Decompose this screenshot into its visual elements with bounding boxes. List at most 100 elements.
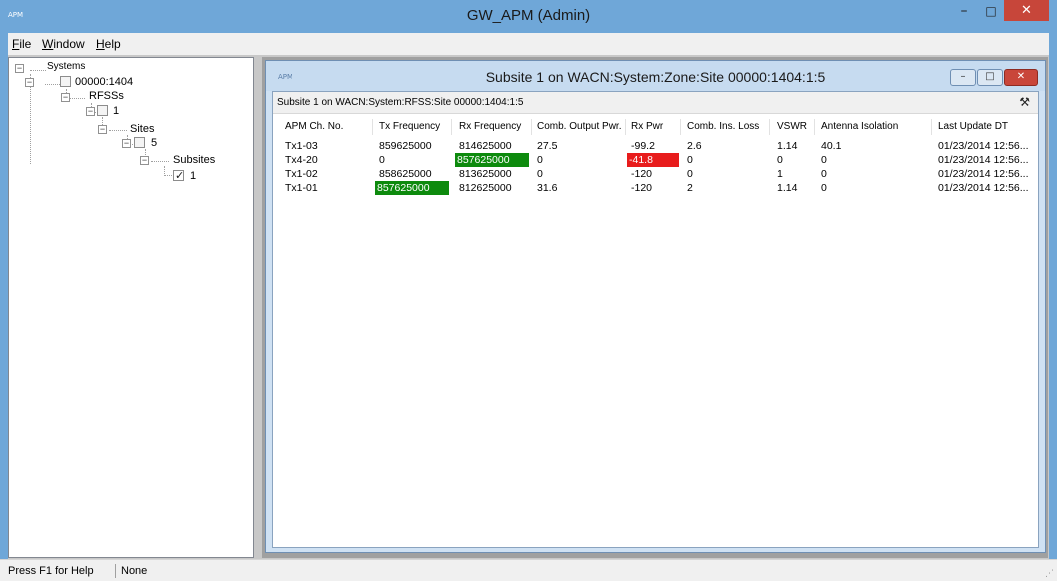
subsite-header: Subsite 1 on WACN:System:RFSS:Site 00000… (273, 92, 1038, 114)
table-cell[interactable]: Tx1-01 (283, 181, 318, 195)
table-cell[interactable]: 814625000 (457, 139, 512, 153)
table-cell[interactable]: 01/23/2014 12:56... (936, 153, 1029, 167)
tree-connector (45, 84, 60, 85)
column-separator[interactable] (931, 119, 932, 135)
column-header-apm-ch-no[interactable]: APM Ch. No. (285, 117, 343, 137)
column-header-antenna-isolation[interactable]: Antenna Isolation (821, 117, 898, 137)
menu-window[interactable]: Window (42, 37, 85, 51)
apm-channel-grid[interactable]: APM Ch. No. Tx Frequency Rx Frequency Co… (273, 115, 1038, 547)
table-cell[interactable]: 858625000 (377, 167, 432, 181)
child-close-button[interactable]: ✕ (1004, 69, 1038, 86)
table-cell-highlight-green[interactable]: 857625000 (455, 153, 529, 167)
table-cell[interactable]: Tx4-20 (283, 153, 318, 167)
expand-toggle-icon[interactable]: − (25, 78, 34, 87)
column-separator[interactable] (451, 119, 452, 135)
status-help-text: Press F1 for Help (8, 565, 94, 577)
tree-connector (151, 161, 169, 162)
menu-file-label: ile (19, 37, 32, 51)
tree-checkbox-site[interactable] (134, 137, 145, 148)
table-cell-highlight-green[interactable]: 857625000 (375, 181, 449, 195)
table-cell[interactable]: 0 (535, 167, 543, 181)
table-cell[interactable]: 01/23/2014 12:56... (936, 139, 1029, 153)
subsite-window: APM Subsite 1 on WACN:System:Zone:Site 0… (265, 60, 1046, 553)
table-cell[interactable]: 0 (819, 167, 827, 181)
tree-node-rfss[interactable]: RFSSs (89, 90, 124, 102)
table-cell[interactable]: 40.1 (819, 139, 841, 153)
subsite-title-bar[interactable]: APM Subsite 1 on WACN:System:Zone:Site 0… (266, 61, 1045, 91)
table-cell[interactable]: Tx1-03 (283, 139, 318, 153)
tree-node-site-id[interactable]: 5 (151, 137, 157, 149)
subsite-content: Subsite 1 on WACN:System:RFSS:Site 00000… (272, 91, 1039, 548)
column-separator[interactable] (625, 119, 626, 135)
table-cell[interactable]: -120 (629, 181, 652, 195)
table-cell[interactable]: -120 (629, 167, 652, 181)
tree-node-subsite-id[interactable]: 1 (190, 170, 196, 182)
menu-file[interactable]: File (12, 37, 31, 51)
column-header-rx-pwr[interactable]: Rx Pwr (631, 117, 663, 137)
tree-checkbox-rfss[interactable] (97, 105, 108, 116)
maximize-button[interactable]: □ (978, 4, 1004, 25)
tree-node-subsites[interactable]: Subsites (173, 154, 215, 166)
table-cell[interactable]: Tx1-02 (283, 167, 318, 181)
table-cell-highlight-red[interactable]: -41.8 (627, 153, 679, 167)
column-header-comb-ins-loss[interactable]: Comb. Ins. Loss (687, 117, 759, 137)
tree-node-sites[interactable]: Sites (130, 123, 154, 135)
tree-node-systems[interactable]: Systems (47, 61, 85, 72)
table-cell[interactable]: 31.6 (535, 181, 557, 195)
column-header-rx-frequency[interactable]: Rx Frequency (459, 117, 521, 137)
column-separator[interactable] (372, 119, 373, 135)
column-separator[interactable] (769, 119, 770, 135)
status-state-text: None (121, 565, 148, 577)
table-cell[interactable]: 01/23/2014 12:56... (936, 181, 1029, 195)
status-separator (115, 564, 116, 578)
menu-help-mnemonic: H (96, 37, 105, 51)
table-cell[interactable]: 0 (685, 153, 693, 167)
tree-checkbox-subsite[interactable] (173, 169, 184, 182)
table-cell[interactable]: 0 (819, 153, 827, 167)
column-header-vswr[interactable]: VSWR (777, 117, 807, 137)
table-cell[interactable]: 0 (535, 153, 543, 167)
column-header-tx-frequency[interactable]: Tx Frequency (379, 117, 440, 137)
table-cell[interactable]: 859625000 (377, 139, 432, 153)
tree-node-system-id[interactable]: 00000:1404 (75, 76, 133, 88)
table-cell[interactable]: 0 (377, 153, 385, 167)
child-maximize-button[interactable]: □ (977, 69, 1003, 86)
tools-icon[interactable]: ⚒ (1019, 95, 1030, 109)
minimize-button[interactable]: – (951, 4, 977, 25)
expand-toggle-icon[interactable]: − (61, 93, 70, 102)
menu-window-mnemonic: W (42, 37, 54, 51)
table-cell[interactable]: 812625000 (457, 181, 512, 195)
expand-toggle-icon[interactable]: − (86, 107, 95, 116)
tree-checkbox-system[interactable] (60, 76, 71, 87)
expand-toggle-icon[interactable]: − (140, 156, 149, 165)
close-button[interactable]: ✕ (1004, 0, 1049, 21)
column-separator[interactable] (680, 119, 681, 135)
table-cell[interactable]: 813625000 (457, 167, 512, 181)
table-cell[interactable]: 2 (685, 181, 693, 195)
table-cell[interactable]: 01/23/2014 12:56... (936, 167, 1029, 181)
table-cell[interactable]: 0 (819, 181, 827, 195)
table-cell[interactable]: 2.6 (685, 139, 702, 153)
table-cell[interactable]: 0 (685, 167, 693, 181)
table-cell[interactable]: 1.14 (775, 139, 797, 153)
resize-grip-icon[interactable]: ⋰ (1045, 569, 1054, 579)
column-separator[interactable] (814, 119, 815, 135)
child-minimize-button[interactable]: – (950, 69, 976, 86)
expand-toggle-icon[interactable]: − (122, 139, 131, 148)
table-cell[interactable]: 1 (775, 167, 783, 181)
expand-toggle-icon[interactable]: − (15, 64, 24, 73)
table-cell[interactable]: 1.14 (775, 181, 797, 195)
column-header-comb-output-pwr[interactable]: Comb. Output Pwr. (537, 117, 621, 137)
system-tree[interactable]: − Systems − 00000:1404 − RFSSs − 1 − Sit… (8, 57, 254, 558)
table-cell[interactable]: 27.5 (535, 139, 557, 153)
column-separator[interactable] (531, 119, 532, 135)
menu-help-label: elp (104, 37, 121, 51)
table-cell[interactable]: -99.2 (629, 139, 655, 153)
column-header-last-update-dt[interactable]: Last Update DT (938, 117, 1008, 137)
title-bar[interactable]: APM GW_APM (Admin) – □ ✕ (0, 0, 1057, 33)
table-cell[interactable]: 0 (775, 153, 783, 167)
menu-help[interactable]: Help (96, 37, 121, 51)
tree-connector (109, 130, 127, 131)
tree-node-rfss-id[interactable]: 1 (113, 105, 119, 117)
expand-toggle-icon[interactable]: − (98, 125, 107, 134)
